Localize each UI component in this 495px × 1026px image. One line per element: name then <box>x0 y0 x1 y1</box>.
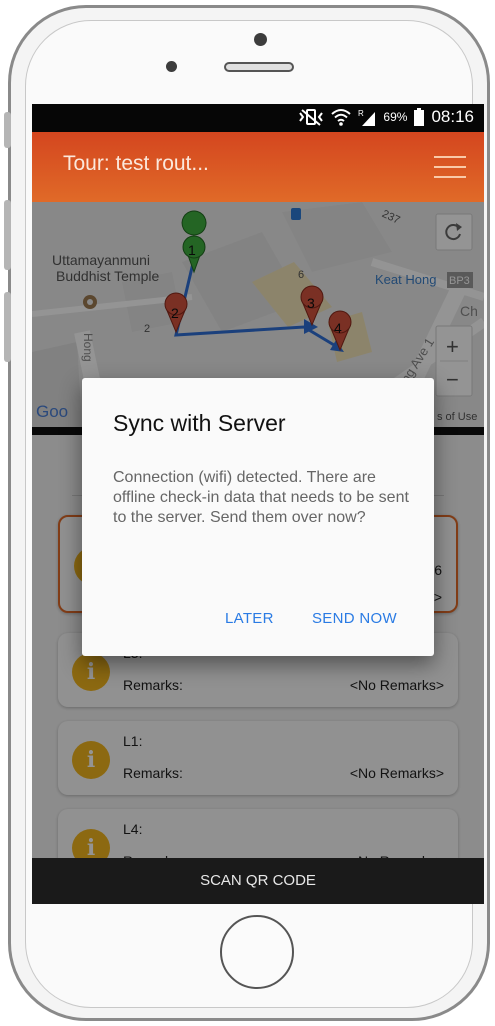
app-bar: Tour: test rout... <box>32 132 484 202</box>
wifi-icon <box>331 109 352 126</box>
mute-switch <box>4 112 11 148</box>
volume-up-button <box>4 200 11 270</box>
dialog-message: Connection (wifi) detected. There are of… <box>113 469 409 526</box>
earpiece-speaker <box>224 62 294 72</box>
front-camera <box>254 33 267 46</box>
sync-dialog: Sync with Server Connection (wifi) detec… <box>82 378 434 656</box>
clock: 08:16 <box>431 107 474 126</box>
battery-percent: 69% <box>383 110 408 124</box>
scan-qr-code-button[interactable]: SCAN QR CODE <box>32 858 484 904</box>
send-now-button[interactable]: SEND NOW <box>312 610 397 627</box>
status-bar: R 69% 08:16 <box>32 104 484 132</box>
hamburger-menu-icon[interactable] <box>434 156 466 178</box>
battery-icon <box>414 108 425 126</box>
proximity-sensor <box>166 61 177 72</box>
volume-down-button <box>4 292 11 362</box>
page-title: Tour: test rout... <box>63 152 209 175</box>
signal-icon: R <box>358 109 376 126</box>
vibrate-icon <box>299 109 324 126</box>
dialog-title: Sync with Server <box>113 410 286 436</box>
home-button[interactable] <box>220 915 294 989</box>
svg-text:R: R <box>358 109 364 118</box>
later-button[interactable]: LATER <box>225 610 274 627</box>
